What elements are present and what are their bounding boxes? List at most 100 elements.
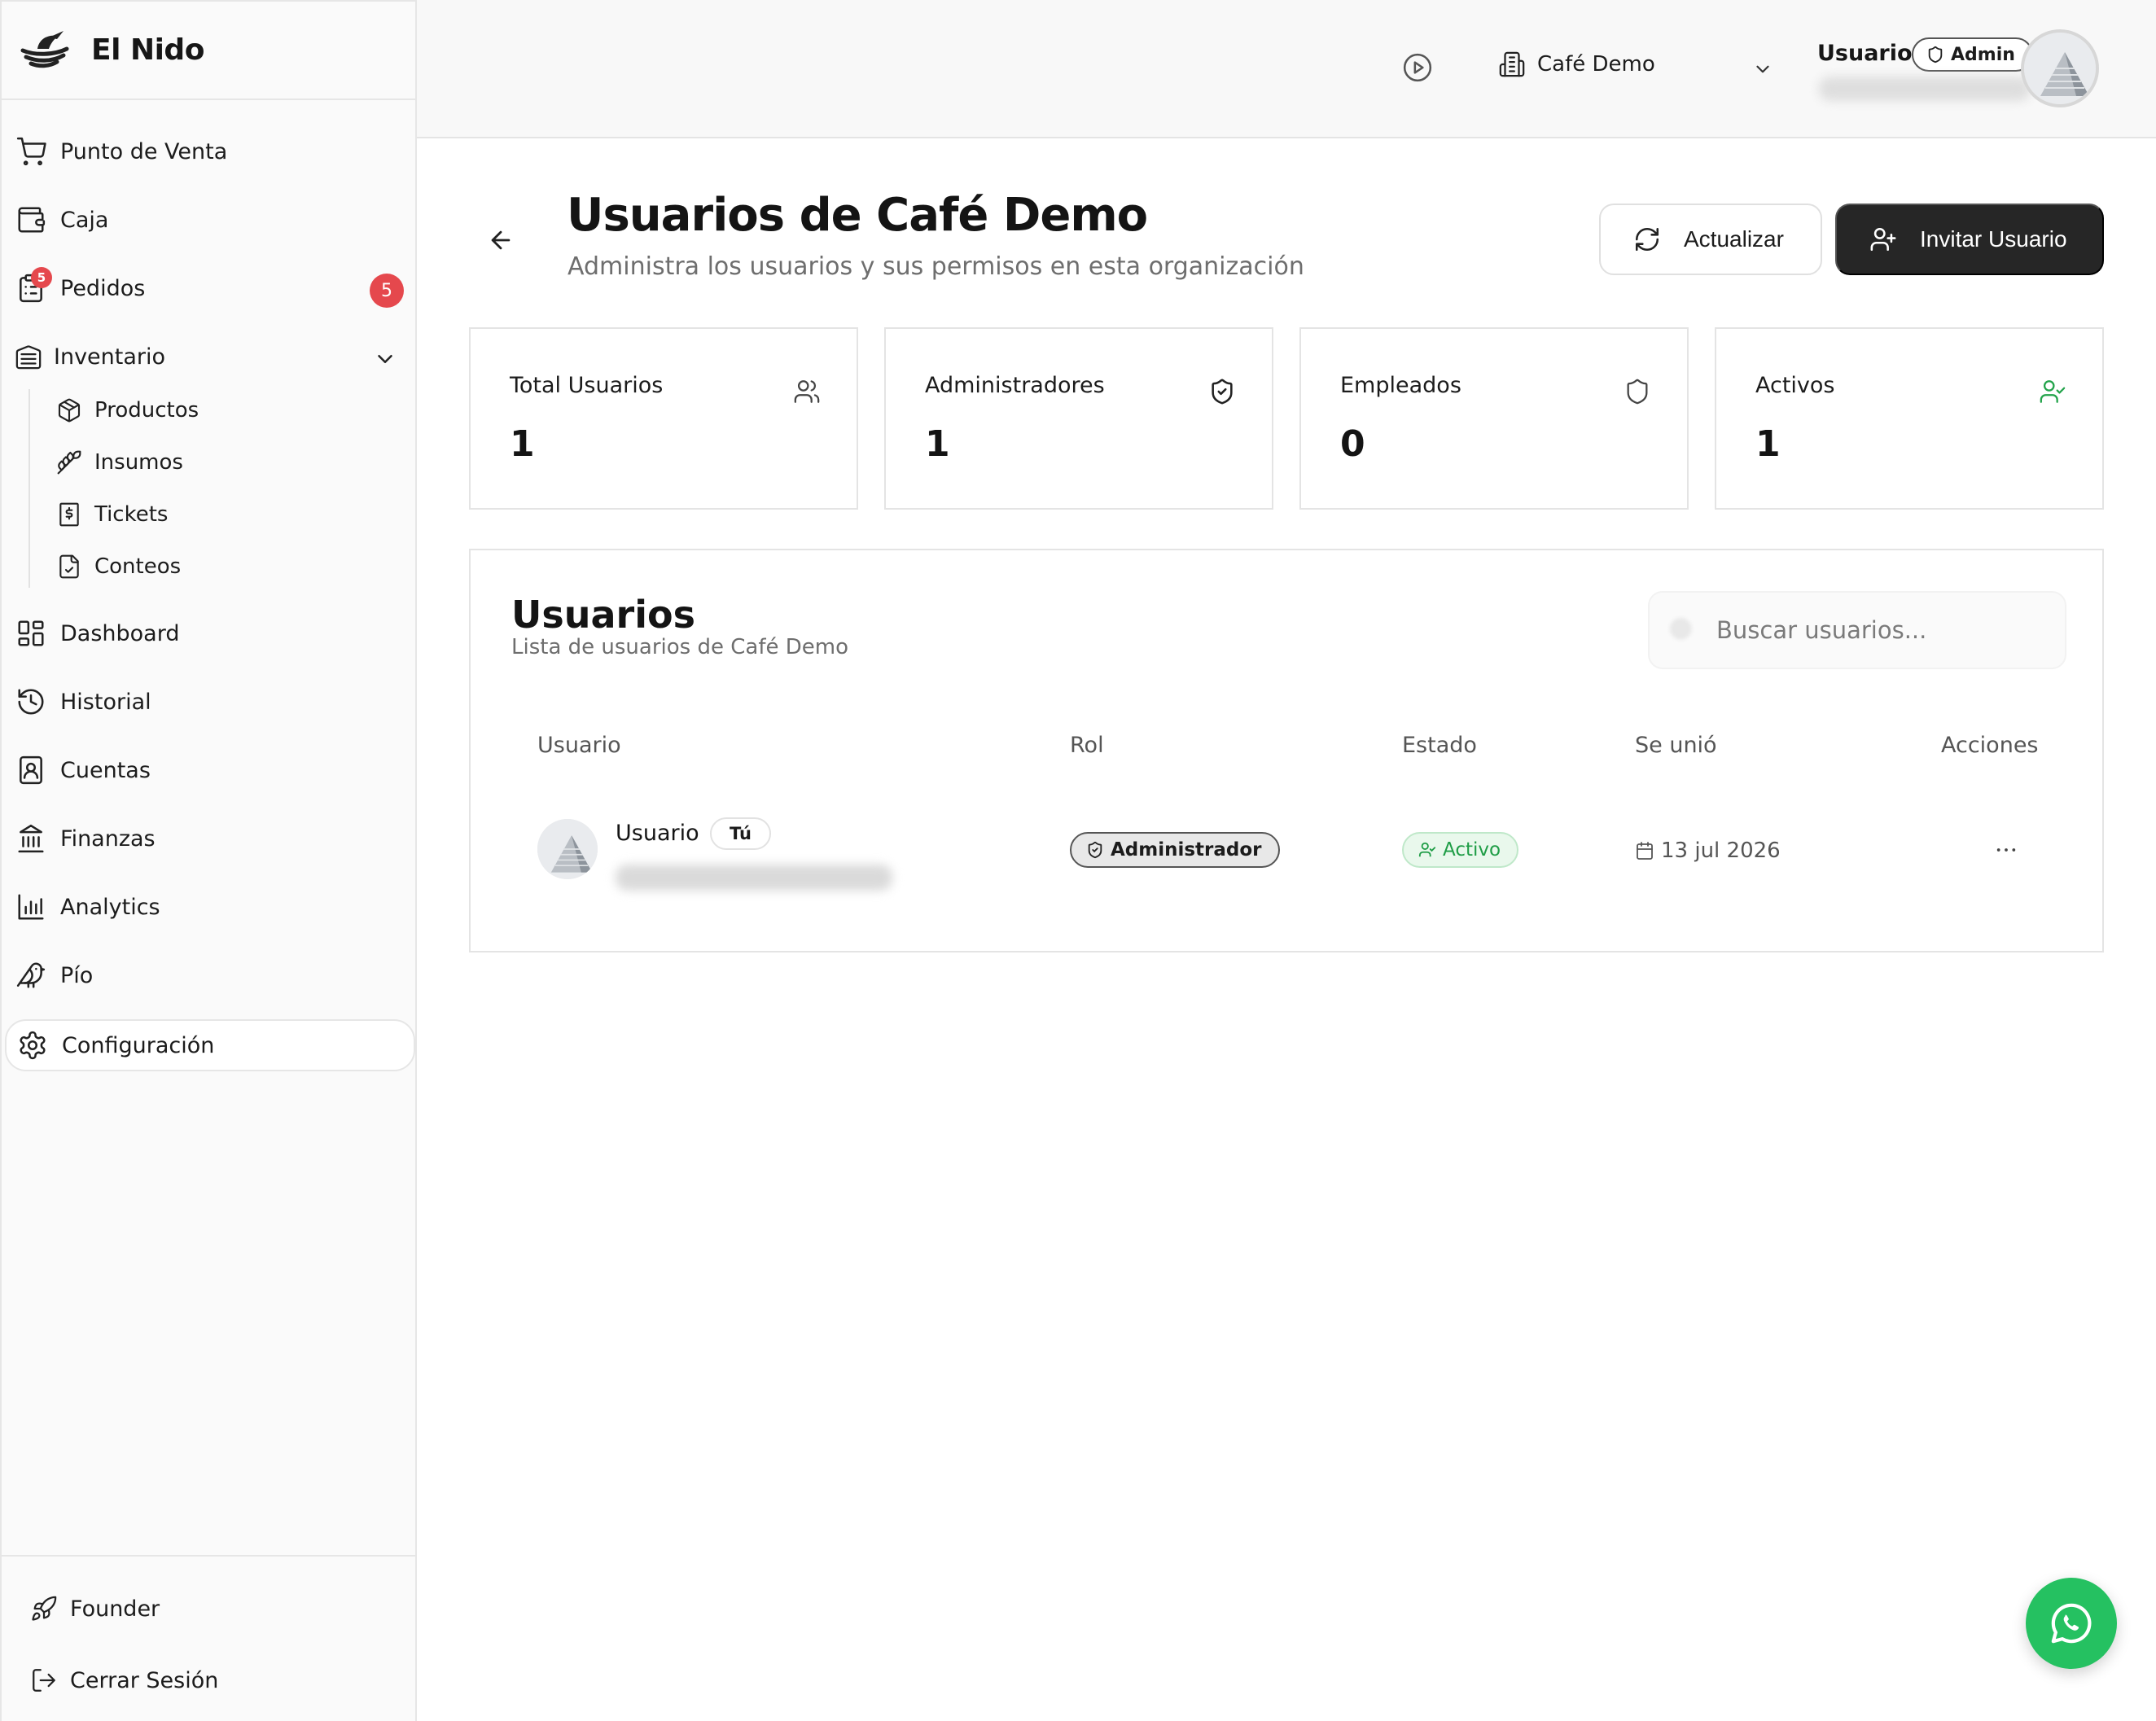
shield-icon bbox=[1928, 46, 1943, 63]
page-subtitle: Administra los usuarios y sus permisos e… bbox=[567, 252, 1304, 281]
row-actions-button[interactable] bbox=[1987, 830, 2026, 869]
sidebar-item-finanzas[interactable]: Finanzas bbox=[15, 814, 156, 863]
chevron-down-icon[interactable] bbox=[1752, 59, 1773, 80]
submenu-tree-line bbox=[28, 389, 30, 588]
sidebar-item-label: Inventario bbox=[54, 344, 166, 370]
sidebar-item-founder[interactable]: Founder bbox=[29, 1594, 160, 1623]
sidebar-item-caja[interactable]: Caja bbox=[15, 195, 108, 244]
pedidos-count-badge: 5 bbox=[370, 274, 404, 308]
stat-label: Total Usuarios bbox=[510, 373, 664, 398]
sidebar-item-label: Analytics bbox=[60, 894, 160, 920]
sidebar-item-label: Cerrar Sesión bbox=[70, 1667, 219, 1693]
stat-card-empleados: Empleados 0 bbox=[1299, 327, 1689, 510]
sidebar-item-label: Caja bbox=[60, 207, 109, 233]
whatsapp-button[interactable] bbox=[2026, 1578, 2117, 1669]
building-photo-icon bbox=[537, 819, 598, 879]
table-row[interactable]: Usuario Tú Administrador Activo 13 jul 2… bbox=[471, 795, 2102, 917]
whatsapp-icon bbox=[2051, 1603, 2092, 1644]
organization-selector[interactable]: Café Demo bbox=[1498, 50, 1655, 78]
stat-value: 1 bbox=[1755, 423, 1781, 465]
nest-logo-icon bbox=[20, 30, 69, 68]
file-check-icon bbox=[59, 554, 79, 579]
back-arrow-icon[interactable] bbox=[487, 226, 515, 254]
sidebar-item-label: Founder bbox=[70, 1596, 160, 1622]
sidebar-item-label: Cuentas bbox=[60, 757, 151, 783]
column-header-rol: Rol bbox=[1070, 733, 1104, 758]
sidebar-item-label: Historial bbox=[60, 689, 151, 715]
organization-name: Café Demo bbox=[1537, 52, 1655, 77]
search-input[interactable] bbox=[1716, 616, 2058, 644]
layout-dashboard-icon bbox=[18, 620, 44, 646]
sidebar-item-pio[interactable]: Pío bbox=[15, 951, 93, 1000]
invite-user-button[interactable]: Invitar Usuario bbox=[1835, 204, 2104, 275]
stat-card-administradores: Administradores 1 bbox=[884, 327, 1273, 510]
stat-value: 0 bbox=[1340, 423, 1365, 465]
building-icon bbox=[1499, 51, 1525, 77]
sidebar-item-label: Tickets bbox=[94, 502, 169, 527]
more-horizontal-icon bbox=[1996, 848, 2016, 852]
avatar bbox=[537, 819, 598, 879]
sidebar-item-label: Pío bbox=[60, 962, 94, 988]
sidebar-item-label: Dashboard bbox=[60, 620, 180, 646]
avatar[interactable] bbox=[2021, 29, 2099, 107]
bird-icon bbox=[16, 962, 46, 988]
sidebar-item-label: Finanzas bbox=[60, 825, 156, 852]
header-user-email-blurred bbox=[1819, 77, 2031, 101]
sidebar-item-label: Productos bbox=[94, 398, 199, 423]
sidebar-item-historial[interactable]: Historial bbox=[15, 677, 151, 726]
column-header-estado: Estado bbox=[1402, 733, 1477, 758]
sidebar-item-productos[interactable]: Productos bbox=[55, 386, 199, 435]
column-header-se-unio: Se unió bbox=[1635, 733, 1717, 758]
play-circle-icon[interactable] bbox=[1402, 52, 1433, 83]
sidebar-item-inventario[interactable]: Inventario bbox=[15, 332, 165, 381]
shopping-cart-icon bbox=[16, 137, 46, 166]
brand-name: El Nido bbox=[91, 33, 204, 67]
column-header-acciones: Acciones bbox=[1941, 733, 2039, 758]
column-header-usuario: Usuario bbox=[537, 733, 621, 758]
sidebar-item-analytics[interactable]: Analytics bbox=[15, 882, 160, 931]
sidebar-item-insumos[interactable]: Insumos bbox=[55, 438, 183, 487]
sidebar-footer: Founder Cerrar Sesión bbox=[2, 1555, 417, 1721]
contact-icon bbox=[20, 755, 42, 785]
log-out-icon bbox=[33, 1669, 55, 1692]
calendar-icon bbox=[1637, 842, 1653, 860]
warehouse-icon bbox=[15, 345, 42, 370]
sidebar-item-label: Insumos bbox=[94, 450, 183, 475]
users-card-subtitle: Lista de usuarios de Café Demo bbox=[511, 635, 848, 659]
wallet-icon bbox=[18, 207, 46, 233]
sidebar-item-label: Conteos bbox=[94, 554, 182, 579]
user-check-icon bbox=[1418, 842, 1436, 857]
sidebar-item-tickets[interactable]: Tickets bbox=[55, 490, 168, 539]
history-icon bbox=[18, 689, 44, 715]
page-title: Usuarios de Café Demo bbox=[567, 189, 1148, 242]
sidebar-item-punto-de-venta[interactable]: Punto de Venta bbox=[15, 127, 227, 176]
search-box[interactable] bbox=[1648, 591, 2066, 669]
sidebar-item-cerrar-sesion[interactable]: Cerrar Sesión bbox=[29, 1666, 218, 1695]
stat-value: 1 bbox=[925, 423, 950, 465]
sidebar-item-configuracion[interactable]: Configuración bbox=[16, 1021, 214, 1070]
role-badge: Administrador bbox=[1070, 832, 1280, 868]
sidebar-item-cuentas[interactable]: Cuentas bbox=[15, 746, 151, 795]
sidebar-item-conteos[interactable]: Conteos bbox=[55, 542, 181, 591]
refresh-icon bbox=[1635, 227, 1659, 252]
brand[interactable]: El Nido bbox=[2, 0, 417, 100]
joined-date: 13 jul 2026 bbox=[1635, 839, 1781, 863]
package-icon bbox=[58, 398, 81, 423]
bar-chart-icon bbox=[18, 894, 44, 920]
status-badge: Activo bbox=[1402, 832, 1519, 868]
sidebar-item-pedidos[interactable]: 5 Pedidos bbox=[15, 264, 145, 313]
rocket-icon bbox=[32, 1596, 57, 1621]
stat-value: 1 bbox=[510, 423, 535, 465]
settings-icon bbox=[20, 1031, 46, 1060]
sidebar: El Nido Punto de Venta Caja 5 Pedidos In… bbox=[0, 0, 417, 1721]
sidebar-item-label: Pedidos bbox=[60, 275, 146, 301]
pedidos-icon-badge: 5 bbox=[31, 267, 52, 288]
users-icon bbox=[794, 380, 820, 403]
users-card: Usuarios Lista de usuarios de Café Demo … bbox=[469, 549, 2104, 952]
refresh-button[interactable]: Actualizar bbox=[1599, 204, 1822, 275]
user-plus-icon bbox=[1870, 227, 1896, 252]
chevron-down-icon[interactable] bbox=[373, 347, 397, 371]
shield-check-icon bbox=[1212, 379, 1233, 405]
sidebar-item-label: Punto de Venta bbox=[60, 138, 228, 164]
sidebar-item-dashboard[interactable]: Dashboard bbox=[15, 609, 179, 658]
